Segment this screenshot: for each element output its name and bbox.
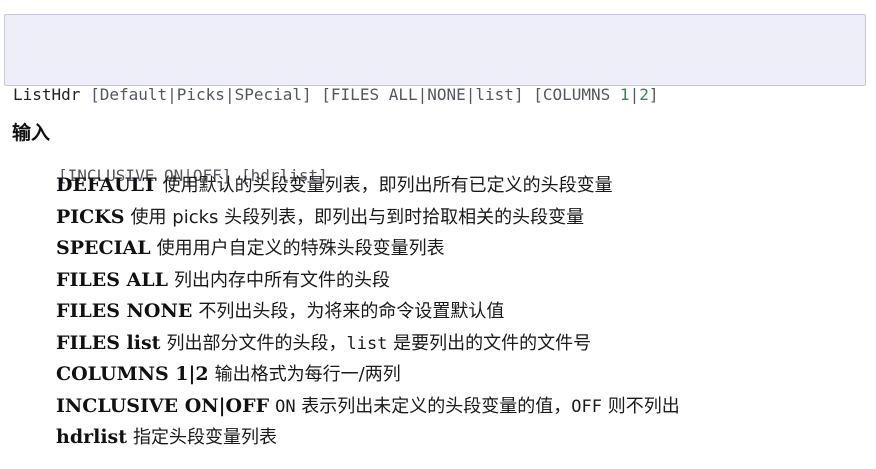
columns-prefix: [COLUMNS <box>533 85 620 104</box>
columns-suffix: ] <box>648 85 659 104</box>
columns-sep: | <box>629 85 640 104</box>
param-item-files-none: FILES NONE 不列出头段，为将来的命令设置默认值 <box>56 296 866 328</box>
param-key: INCLUSIVE ON|OFF <box>56 394 270 417</box>
param-key: PICKS <box>56 205 125 228</box>
param-item-special: SPECIAL 使用用户自定义的特殊头段变量列表 <box>56 233 866 265</box>
param-desc-code: OFF <box>571 396 603 417</box>
param-desc: 输出格式为每行一/两列 <box>214 364 401 385</box>
param-item-columns: COLUMNS 1|2 输出格式为每行一/两列 <box>56 359 866 391</box>
parameter-list: DEFAULT 使用默认的头段变量列表，即列出所有已定义的头段变量 PICKS 使用… <box>56 170 866 454</box>
param-key: hdrlist <box>56 426 128 448</box>
param-desc-text: 列出部分文件的头段， <box>166 332 347 354</box>
param-desc-text: 则不列出 <box>602 395 680 417</box>
param-item-picks: PICKS 使用 picks 头段列表，即列出与到时拾取相关的头段变量 <box>56 202 866 234</box>
param-item-default: DEFAULT 使用默认的头段变量列表，即列出所有已定义的头段变量 <box>56 170 866 202</box>
param-desc: 使用默认的头段变量列表，即列出所有已定义的头段变量 <box>162 175 613 196</box>
syntax-line-1: ListHdr [Default|Picks|SPecial] [FILES A… <box>13 81 857 108</box>
param-key: DEFAULT <box>56 174 157 196</box>
param-desc: 不列出头段，为将来的命令设置默认值 <box>198 301 505 322</box>
param-desc-text: 是要列出的文件的文件号 <box>387 332 592 354</box>
param-item-hdrlist: hdrlist 指定头段变量列表 <box>56 422 866 454</box>
param-desc: 指定头段变量列表 <box>133 427 278 448</box>
param-desc: 使用 picks 头段列表，即列出与到时拾取相关的头段变量 <box>130 206 585 228</box>
param-desc: 使用用户自定义的特殊头段变量列表 <box>156 238 445 259</box>
syntax-code-block: ListHdr [Default|Picks|SPecial] [FILES A… <box>4 14 866 185</box>
param-desc: 列出内存中所有文件的头段 <box>174 269 391 291</box>
param-key: FILES list <box>56 331 161 354</box>
syntax-option-files: [FILES ALL|NONE|list] <box>321 85 524 104</box>
syntax-option-columns: [COLUMNS 1|2] <box>533 85 658 104</box>
param-item-inclusive: INCLUSIVE ON|OFF ON 表示列出未定义的头段变量的值，OFF 则不… <box>56 391 866 423</box>
param-key: COLUMNS 1|2 <box>56 363 209 385</box>
command-name: ListHdr <box>13 85 81 104</box>
param-desc-text: 表示列出未定义的头段变量的值， <box>295 395 572 417</box>
param-key: SPECIAL <box>56 237 151 259</box>
columns-num-1: 1 <box>619 85 630 104</box>
param-desc-code: ON <box>275 396 296 417</box>
param-item-files-list: FILES list 列出部分文件的头段，list 是要列出的文件的文件号 <box>56 328 866 360</box>
param-key: FILES NONE <box>56 300 193 322</box>
param-desc: 列出部分文件的头段，list 是要列出的文件的文件号 <box>166 333 591 354</box>
param-desc-code: list <box>346 333 388 354</box>
param-item-files-all: FILES ALL 列出内存中所有文件的头段 <box>56 265 866 297</box>
columns-num-2: 2 <box>639 85 649 104</box>
param-key: FILES ALL <box>56 268 169 291</box>
param-desc: ON 表示列出未定义的头段变量的值，OFF 则不列出 <box>275 396 680 417</box>
syntax-option-default-picks-special: [Default|Picks|SPecial] <box>90 85 312 104</box>
section-title-input: 输入 <box>12 122 51 144</box>
